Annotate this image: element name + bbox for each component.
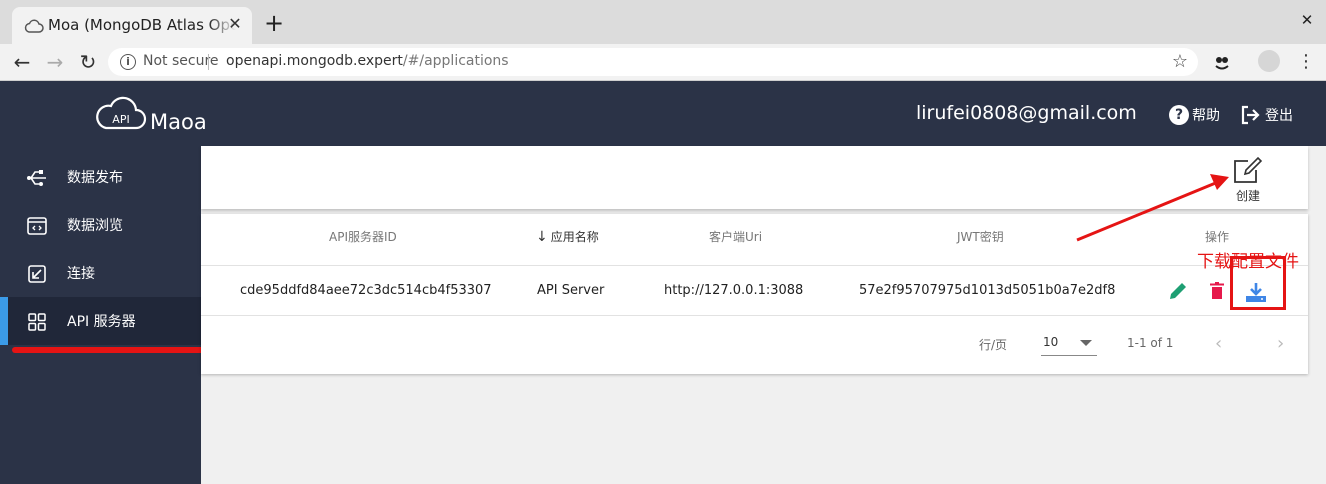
grid-icon — [28, 313, 46, 331]
profile-avatar[interactable] — [1258, 50, 1280, 72]
column-header-name[interactable]: ↓ 应用名称 — [536, 228, 599, 245]
cloud-favicon-icon — [24, 19, 44, 33]
sidebar-item-data-browse[interactable]: 数据浏览 — [0, 201, 201, 249]
api-cloud-logo-icon[interactable]: API — [94, 94, 148, 134]
sidebar-item-label: 数据浏览 — [67, 218, 123, 234]
link-icon — [28, 265, 46, 283]
sidebar-item-data-publish[interactable]: 数据发布 — [0, 153, 201, 201]
help-icon[interactable]: ? — [1169, 105, 1189, 125]
column-header-jwt[interactable]: JWT密钥 — [957, 228, 1004, 245]
help-link[interactable]: 帮助 — [1192, 105, 1220, 125]
delete-trash-icon[interactable] — [1206, 280, 1228, 302]
brand-name[interactable]: Maoa — [150, 110, 207, 134]
reload-button[interactable]: ↻ — [76, 51, 100, 73]
create-label: 创建 — [1235, 189, 1260, 203]
tab-title: Moa (MongoDB Atlas Open API) — [48, 16, 236, 34]
browser-code-icon — [27, 217, 47, 235]
annotation-underline — [12, 347, 207, 353]
cell-client-uri: http://127.0.0.1:3088 — [664, 283, 804, 298]
next-page-button[interactable]: › — [1277, 333, 1284, 354]
sidebar-item-label: 连接 — [67, 266, 95, 282]
api-server-table: API服务器ID ↓ 应用名称 客户端Uri JWT密钥 操作 cde95ddfd… — [201, 214, 1308, 374]
bookmark-star-icon[interactable]: ☆ — [1172, 51, 1188, 72]
usb-icon — [27, 170, 46, 186]
logout-link[interactable]: 登出 — [1265, 105, 1293, 125]
main-content: 创建 API服务器ID ↓ 应用名称 客户端Uri JWT密钥 操作 cde95d… — [201, 146, 1326, 484]
omnibox-divider — [208, 54, 209, 70]
browser-tab[interactable]: Moa (MongoDB Atlas Open API) ✕ — [12, 7, 252, 44]
column-header-name-label: 应用名称 — [550, 230, 599, 244]
window-close-icon[interactable]: ✕ — [1298, 11, 1316, 29]
rows-per-page-label: 行/页 — [979, 338, 1008, 352]
download-config-annotation: 下载配置文件 — [1197, 252, 1299, 272]
sidebar-item-label: 数据发布 — [67, 170, 123, 186]
sidebar-item-label: API 服务器 — [67, 314, 136, 330]
cell-jwt-secret: 57e2f95707975d1013d5051b0a7e2df8 — [859, 283, 1116, 298]
url-text[interactable]: openapi.mongodb.expert/#/applications — [226, 53, 509, 69]
prev-page-button[interactable]: ‹ — [1215, 333, 1222, 354]
url-path: /#/applications — [402, 53, 509, 69]
app-header: API Maoa lirufei0808@gmail.com ? 帮助 登出 — [0, 81, 1326, 146]
extension-icon[interactable] — [1212, 52, 1232, 72]
back-button[interactable]: ← — [10, 51, 34, 73]
sidebar-item-api-server[interactable]: API 服务器 — [0, 297, 201, 345]
column-header-id[interactable]: API服务器ID — [329, 228, 397, 245]
action-bar: 创建 — [201, 146, 1308, 209]
cell-server-id: cde95ddfd84aee72c3dc514cb4f53307 — [240, 283, 492, 298]
logo-text: API — [112, 113, 129, 126]
column-header-client-uri[interactable]: 客户端Uri — [709, 228, 762, 245]
tab-close-icon[interactable]: ✕ — [226, 15, 244, 33]
logout-icon[interactable] — [1239, 104, 1261, 126]
column-header-actions: 操作 — [1205, 230, 1230, 244]
new-tab-button[interactable]: + — [262, 11, 286, 36]
sidebar: 数据发布 数据浏览 连接 API 服务器 — [0, 146, 207, 484]
rows-per-page-select[interactable]: 10 — [1041, 330, 1097, 356]
page-range: 1-1 of 1 — [1127, 336, 1174, 350]
user-email[interactable]: lirufei0808@gmail.com — [916, 102, 1137, 124]
rows-per-page-value: 10 — [1043, 335, 1059, 349]
edit-square-icon — [1234, 156, 1263, 183]
browser-tabstrip: Moa (MongoDB Atlas Open API) ✕ + ✕ — [0, 0, 1326, 44]
browser-toolbar: ← → ↻ i Not secure openapi.mongodb.exper… — [0, 44, 1326, 81]
address-bar[interactable]: i Not secure openapi.mongodb.expert/#/ap… — [108, 48, 1198, 76]
row-divider — [201, 315, 1308, 316]
url-host: openapi.mongodb.expert — [226, 53, 403, 69]
info-icon[interactable]: i — [120, 54, 136, 70]
edit-pencil-icon[interactable] — [1167, 280, 1189, 302]
sort-down-icon: ↓ — [536, 229, 548, 245]
header-divider — [201, 265, 1308, 266]
create-button[interactable]: 创建 — [1230, 155, 1266, 205]
dropdown-arrow-icon — [1080, 340, 1092, 346]
forward-button[interactable]: → — [43, 51, 67, 73]
cell-app-name: API Server — [537, 283, 605, 298]
browser-menu-icon[interactable]: ⋮ — [1296, 52, 1316, 72]
sidebar-item-connect[interactable]: 连接 — [0, 249, 201, 297]
